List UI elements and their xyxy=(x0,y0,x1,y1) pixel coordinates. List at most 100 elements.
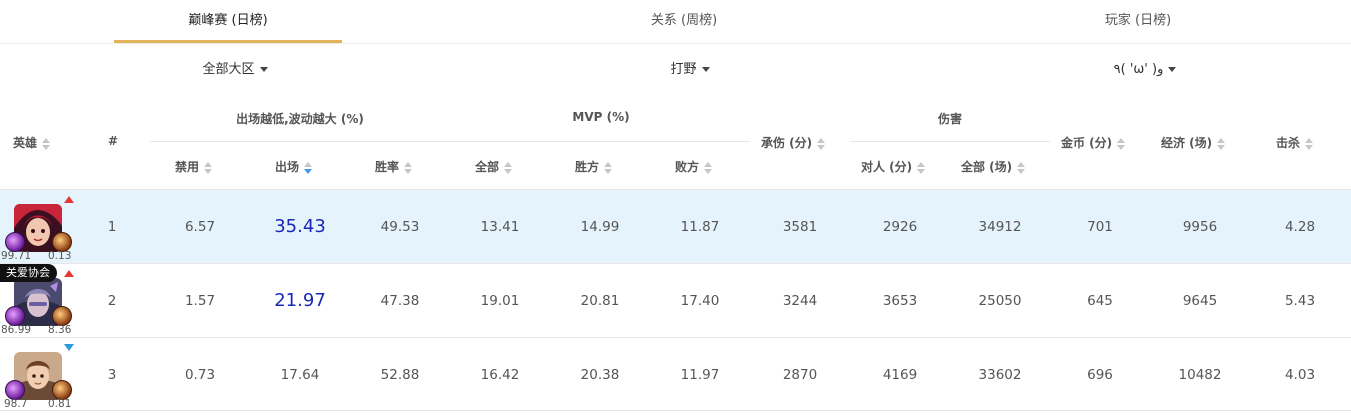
mvp-lose-cell: 17.40 xyxy=(680,293,720,309)
ban-cell: 0.73 xyxy=(184,367,216,383)
mvp-lose-cell: 11.97 xyxy=(680,367,720,383)
sort-icon xyxy=(404,161,413,174)
col-mvp-lose-label: 败方 xyxy=(675,160,700,174)
col-tank[interactable]: 承伤 (分) xyxy=(761,134,826,151)
economy-cell: 9956 xyxy=(1182,219,1218,235)
col-dmg-hero[interactable]: 对人 (分) xyxy=(861,158,926,175)
sort-icon xyxy=(204,161,213,174)
summoner-spell-left-icon xyxy=(5,306,25,326)
spell-left-rate: 98.7 xyxy=(4,398,28,410)
active-tab-underline xyxy=(114,40,342,43)
pick-cell: 17.64 xyxy=(280,367,320,383)
region-dropdown[interactable]: 全部大区 xyxy=(180,58,290,82)
col-winrate-label: 胜率 xyxy=(375,160,400,174)
mvp-all-cell: 16.42 xyxy=(480,367,520,383)
dmg-hero-cell: 2926 xyxy=(882,219,918,235)
winrate-cell: 49.53 xyxy=(380,219,420,235)
sort-icon xyxy=(1217,137,1226,150)
rank-cell: 3 xyxy=(107,367,117,383)
region-dropdown-label: 全部大区 xyxy=(202,62,255,77)
col-dmg-all-label: 全部 (场) xyxy=(961,160,1013,174)
group-damage-label: 伤害 xyxy=(937,112,962,126)
group-mvp-label: MVP (%) xyxy=(572,110,630,124)
sort-desc-icon xyxy=(304,161,313,174)
sort-icon xyxy=(504,161,513,174)
col-gold-label: 金币 (分) xyxy=(1061,136,1113,150)
table-row[interactable]: 关爱协会 86.99 8.36 2 1.57 21.97 47.38 19.01… xyxy=(0,263,1351,337)
dmg-hero-cell: 3653 xyxy=(882,293,918,309)
mvp-win-cell: 20.81 xyxy=(580,293,620,309)
col-economy-label: 经济 (场) xyxy=(1161,136,1213,150)
col-pick[interactable]: 出场 xyxy=(275,158,313,175)
tab-peak-daily[interactable]: 巅峰赛 (日榜) xyxy=(114,0,342,44)
sort-icon xyxy=(817,137,826,150)
col-rank: # xyxy=(108,134,119,148)
col-kills[interactable]: 击杀 xyxy=(1276,134,1314,151)
col-pick-label: 出场 xyxy=(275,160,300,174)
guild-badge: 关爱协会 xyxy=(0,264,57,282)
tab-player-daily[interactable]: 玩家 (日榜) xyxy=(1024,0,1252,44)
tank-cell: 3581 xyxy=(782,219,818,235)
col-mvp-lose[interactable]: 败方 xyxy=(675,158,713,175)
kills-cell: 4.28 xyxy=(1284,219,1316,235)
chevron-down-icon xyxy=(259,67,268,72)
chevron-down-icon xyxy=(1168,67,1177,72)
col-hero[interactable]: 英雄 xyxy=(13,134,51,151)
rank-cell: 2 xyxy=(107,293,117,309)
col-gold[interactable]: 金币 (分) xyxy=(1061,134,1126,151)
mvp-lose-cell: 11.87 xyxy=(680,219,720,235)
mvp-win-cell: 20.38 xyxy=(580,367,620,383)
col-winrate[interactable]: 胜率 xyxy=(375,158,413,175)
col-ban-label: 禁用 xyxy=(175,160,200,174)
sort-icon xyxy=(604,161,613,174)
col-kills-label: 击杀 xyxy=(1276,136,1301,150)
mvp-win-cell: 14.99 xyxy=(580,219,620,235)
economy-cell: 10482 xyxy=(1178,367,1222,383)
col-mvp-win-label: 胜方 xyxy=(575,160,600,174)
col-dmg-all[interactable]: 全部 (场) xyxy=(961,158,1026,175)
sort-icon xyxy=(1117,137,1126,150)
mvp-all-cell: 19.01 xyxy=(480,293,520,309)
sort-icon xyxy=(42,137,51,150)
winrate-cell: 52.88 xyxy=(380,367,420,383)
col-economy[interactable]: 经济 (场) xyxy=(1161,134,1226,151)
spell-left-rate: 99.71 xyxy=(1,250,32,262)
table-row[interactable]: 98.7 0.81 3 0.73 17.64 52.88 16.42 20.38… xyxy=(0,337,1351,411)
col-ban[interactable]: 禁用 xyxy=(175,158,213,175)
gold-cell: 696 xyxy=(1087,367,1113,383)
col-mvp-all-label: 全部 xyxy=(475,160,500,174)
position-dropdown-label: 打野 xyxy=(670,62,697,77)
col-mvp-all[interactable]: 全部 xyxy=(475,158,513,175)
header-divider xyxy=(850,141,1050,142)
sort-icon xyxy=(1305,137,1314,150)
sort-icon xyxy=(1017,161,1026,174)
pick-cell: 35.43 xyxy=(274,216,326,237)
gold-cell: 701 xyxy=(1087,219,1113,235)
kills-cell: 4.03 xyxy=(1284,367,1316,383)
rank-cell: 1 xyxy=(107,219,117,235)
summoner-spell-left-icon xyxy=(5,232,25,252)
extra-dropdown-label: ٩( 'ω' )و xyxy=(1113,62,1164,77)
col-dmg-hero-label: 对人 (分) xyxy=(861,160,913,174)
table-row[interactable]: 99.71 0.13 1 6.57 35.43 49.53 13.41 14.9… xyxy=(0,189,1351,263)
group-pick-label: 出场越低,波动越大 (%) xyxy=(236,112,364,126)
kills-cell: 5.43 xyxy=(1284,293,1316,309)
gold-cell: 645 xyxy=(1087,293,1113,309)
sort-icon xyxy=(917,161,926,174)
col-hero-label: 英雄 xyxy=(13,136,38,150)
dmg-hero-cell: 4169 xyxy=(882,367,918,383)
header-divider xyxy=(150,141,750,142)
tank-cell: 3244 xyxy=(782,293,818,309)
position-dropdown[interactable]: 打野 xyxy=(640,58,740,82)
spell-left-rate: 86.99 xyxy=(1,324,32,336)
tab-relation-weekly[interactable]: 关系 (周榜) xyxy=(570,0,798,44)
tank-cell: 2870 xyxy=(782,367,818,383)
extra-dropdown[interactable]: ٩( 'ω' )و xyxy=(1090,58,1200,82)
economy-cell: 9645 xyxy=(1182,293,1218,309)
col-mvp-win[interactable]: 胜方 xyxy=(575,158,613,175)
pick-cell: 21.97 xyxy=(274,290,326,311)
chevron-down-icon xyxy=(701,67,710,72)
winrate-cell: 47.38 xyxy=(380,293,420,309)
sort-icon xyxy=(704,161,713,174)
col-tank-label: 承伤 (分) xyxy=(761,136,813,150)
